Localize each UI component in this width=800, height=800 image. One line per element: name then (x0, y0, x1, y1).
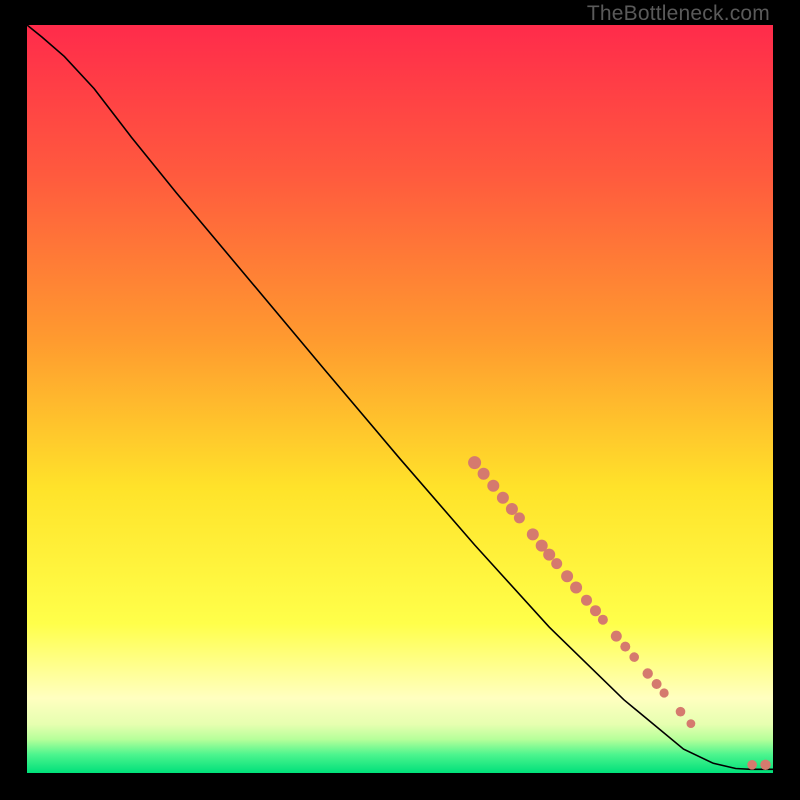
data-marker (676, 707, 686, 717)
data-marker (506, 503, 518, 515)
data-marker (760, 760, 770, 770)
data-marker (652, 679, 662, 689)
data-marker (660, 688, 669, 697)
data-marker (468, 456, 481, 469)
data-marker (543, 549, 555, 561)
data-marker (747, 760, 757, 770)
data-marker (561, 570, 573, 582)
gradient-background (27, 25, 773, 773)
data-marker (643, 668, 653, 678)
data-marker (514, 512, 525, 523)
data-marker (551, 558, 562, 569)
watermark-text: TheBottleneck.com (587, 2, 770, 26)
chart-area (27, 25, 773, 773)
data-marker (497, 492, 509, 504)
data-marker (570, 582, 582, 594)
data-marker (581, 595, 592, 606)
data-marker (598, 615, 608, 625)
data-marker (478, 468, 490, 480)
data-marker (620, 642, 630, 652)
data-marker (687, 719, 696, 728)
data-marker (590, 605, 601, 616)
data-marker (611, 631, 622, 642)
chart-svg (27, 25, 773, 773)
data-marker (487, 480, 499, 492)
data-marker (629, 652, 639, 662)
data-marker (527, 528, 539, 540)
